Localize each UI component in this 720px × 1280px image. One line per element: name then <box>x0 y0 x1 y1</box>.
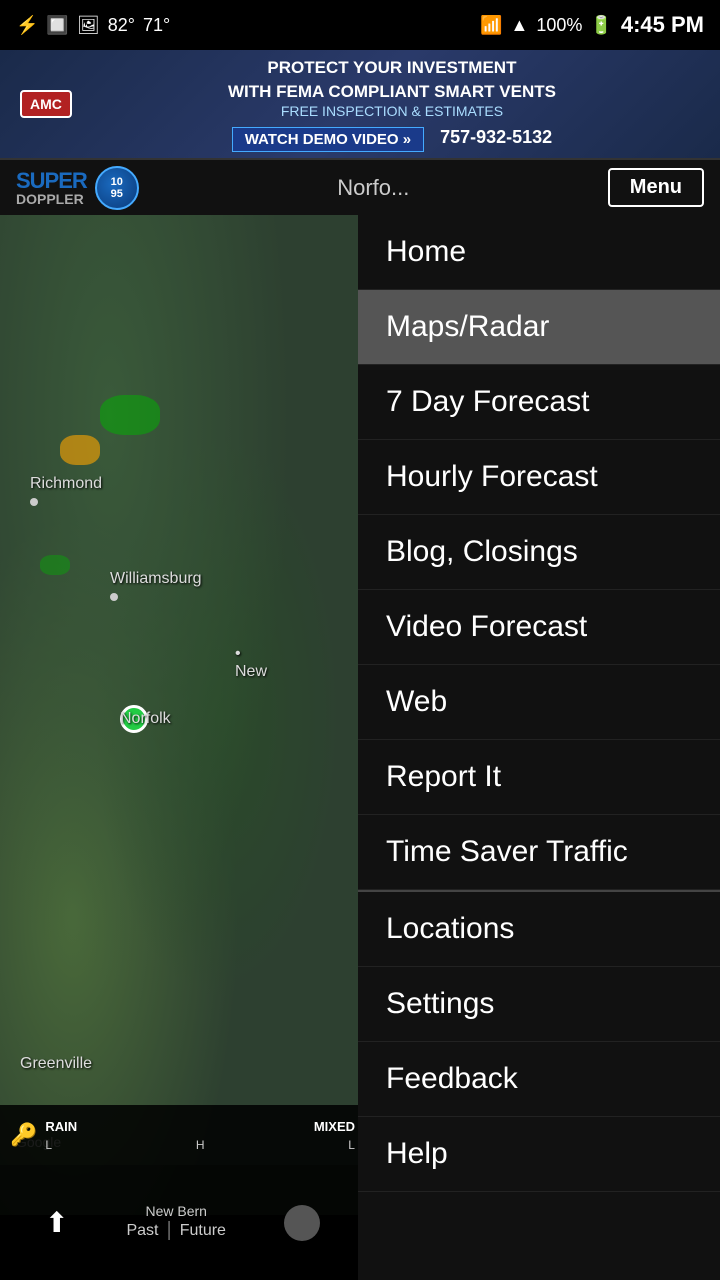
status-bar: ⚡ 🔲 🖼 82° 71° 📶 ▲ 100% 🔋 4:45 PM <box>0 0 720 50</box>
ad-logo: AMC <box>20 90 72 118</box>
ad-phone: 757-932-5132 <box>440 127 552 148</box>
menu-item-label-feedback: Feedback <box>386 1062 518 1096</box>
menu-item-help[interactable]: Help <box>358 1117 720 1192</box>
battery-percent: 100% <box>536 15 582 36</box>
menu-item-locations[interactable]: Locations <box>358 892 720 967</box>
legend-low2: L <box>348 1138 355 1152</box>
header-location: Norfo... <box>337 175 409 201</box>
radar-blob-2 <box>60 435 100 465</box>
signal-icon: ▲ <box>511 15 529 36</box>
status-right-icons: 📶 ▲ 100% 🔋 4:45 PM <box>480 12 704 38</box>
temperature-low: 71° <box>143 15 170 36</box>
menu-item-label-web: Web <box>386 685 447 719</box>
menu-item-settings[interactable]: Settings <box>358 967 720 1042</box>
menu-item-blog-closings[interactable]: Blog, Closings <box>358 515 720 590</box>
menu-item-hourly-forecast[interactable]: Hourly Forecast <box>358 440 720 515</box>
legend-high: H <box>196 1138 205 1152</box>
menu-items-container: Home Maps/Radar 7 Day Forecast Hourly Forec… <box>358 215 720 1192</box>
ad-line3: FREE INSPECTION & ESTIMATES <box>84 103 700 119</box>
menu-item-7-day-forecast[interactable]: 7 Day Forecast <box>358 365 720 440</box>
temperature-high: 82° <box>108 15 135 36</box>
city-richmond-label: Richmond <box>30 475 102 493</box>
logo-number-95: 95 <box>111 188 123 200</box>
menu-item-label-report-it: Report It <box>386 760 501 794</box>
menu-item-feedback[interactable]: Feedback <box>358 1042 720 1117</box>
bottom-nav-bar: ⬆ New Bern Past | Future <box>0 1165 365 1280</box>
city-norfolk: Norfolk <box>120 705 148 733</box>
menu-item-report-it[interactable]: Report It <box>358 740 720 815</box>
city-greenville-label: Greenville <box>20 1055 92 1073</box>
ad-line2: WITH FEMA COMPLIANT SMART VENTS <box>84 80 700 104</box>
menu-item-label-video-forecast: Video Forecast <box>386 610 587 644</box>
menu-item-label-time-saver-traffic: Time Saver Traffic <box>386 835 628 869</box>
usb-icon: ⚡ <box>16 15 38 36</box>
radar-blob-3 <box>40 555 70 575</box>
menu-item-label-7-day-forecast: 7 Day Forecast <box>386 385 589 419</box>
city-williamsburg-dot <box>110 593 118 601</box>
city-richmond: Richmond <box>30 475 38 511</box>
nav-separator: | <box>167 1219 172 1242</box>
ad-cta[interactable]: WATCH DEMO VIDEO » <box>232 127 424 152</box>
key-icon: 🔑 <box>10 1122 37 1148</box>
map-area[interactable]: Richmond Williamsburg • New Norfolk Gree… <box>0 215 365 1215</box>
menu-panel: Home Maps/Radar 7 Day Forecast Hourly Forec… <box>358 215 720 1280</box>
legend-bar: 🔑 RAIN MIXED L H L <box>0 1105 365 1165</box>
menu-item-label-settings: Settings <box>386 987 494 1021</box>
menu-item-label-hourly-forecast: Hourly Forecast <box>386 460 598 494</box>
legend-low1: L <box>45 1138 52 1152</box>
future-label[interactable]: Future <box>180 1222 226 1240</box>
status-left-icons: ⚡ 🔲 🖼 82° 71° <box>16 15 170 36</box>
menu-item-maps-radar[interactable]: Maps/Radar <box>358 290 720 365</box>
clock: 4:45 PM <box>621 12 704 38</box>
app-header: SUPER DOPPLER 10 95 Norfo... Menu <box>0 160 720 215</box>
battery-100-icon: 🔲 <box>46 15 68 36</box>
map-background: Richmond Williamsburg • New Norfolk Gree… <box>0 215 365 1215</box>
menu-item-time-saver-traffic[interactable]: Time Saver Traffic <box>358 815 720 890</box>
ad-banner[interactable]: AMC PROTECT YOUR INVESTMENT WITH FEMA CO… <box>0 50 720 160</box>
logo-doppler: DOPPLER <box>16 192 87 206</box>
mixed-label: MIXED <box>314 1119 355 1134</box>
city-williamsburg: Williamsburg <box>110 570 118 606</box>
city-williamsburg-label: Williamsburg <box>110 570 202 588</box>
share-icon[interactable]: ⬆ <box>45 1206 68 1239</box>
city-richmond-dot <box>30 498 38 506</box>
menu-item-label-help: Help <box>386 1137 448 1171</box>
logo-super: SUPER <box>16 170 87 192</box>
past-label[interactable]: Past <box>126 1222 158 1240</box>
ad-line1: PROTECT YOUR INVESTMENT <box>84 56 700 80</box>
menu-item-web[interactable]: Web <box>358 665 720 740</box>
ad-text-block: PROTECT YOUR INVESTMENT WITH FEMA COMPLI… <box>84 56 700 153</box>
logo-circle: 10 95 <box>95 166 139 210</box>
city-norfolk-label: Norfolk <box>120 710 171 728</box>
menu-item-label-maps-radar: Maps/Radar <box>386 310 549 344</box>
rain-label: RAIN <box>45 1119 77 1134</box>
image-icon: 🖼 <box>77 15 100 36</box>
city-new-label: • New <box>235 645 267 681</box>
radar-blob-1 <box>100 395 160 435</box>
menu-button[interactable]: Menu <box>608 168 704 207</box>
wifi-icon: 📶 <box>480 15 502 36</box>
logo-number-10: 10 <box>111 176 123 188</box>
menu-item-label-locations: Locations <box>386 912 514 946</box>
header-logo: SUPER DOPPLER 10 95 <box>16 166 139 210</box>
menu-item-home[interactable]: Home <box>358 215 720 290</box>
menu-item-label-home: Home <box>386 235 466 269</box>
menu-item-label-blog-closings: Blog, Closings <box>386 535 578 569</box>
battery-icon: 🔋 <box>590 15 612 36</box>
play-toggle-button[interactable] <box>284 1205 320 1241</box>
menu-item-video-forecast[interactable]: Video Forecast <box>358 590 720 665</box>
bottom-city: New Bern <box>126 1203 225 1219</box>
